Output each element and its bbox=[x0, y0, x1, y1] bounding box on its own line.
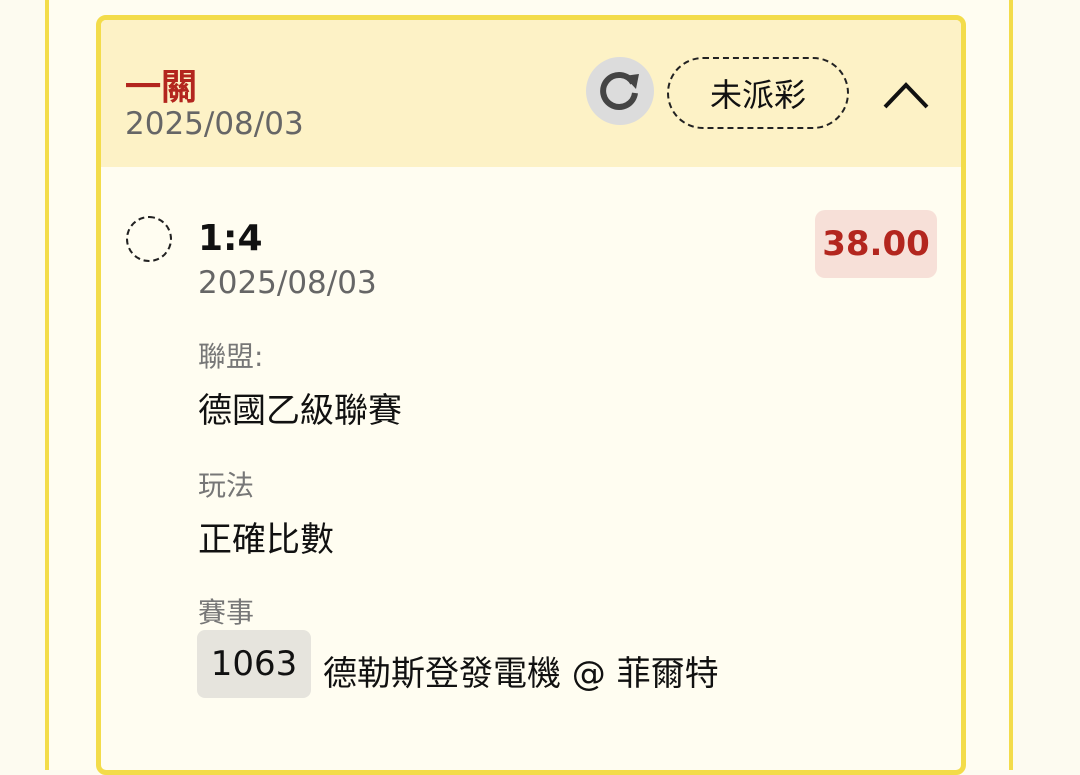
refresh-icon bbox=[600, 71, 639, 110]
collapse-button[interactable] bbox=[871, 65, 941, 125]
league-label: 聯盟: bbox=[198, 340, 264, 373]
leg-title: 一關 bbox=[125, 67, 198, 108]
selection-date: 2025/08/03 bbox=[198, 265, 377, 301]
odds-badge: 38.00 bbox=[815, 210, 937, 278]
header-date: 2025/08/03 bbox=[125, 106, 304, 142]
refresh-button[interactable] bbox=[586, 57, 654, 125]
card-header: 一關 2025/08/03 未派彩 bbox=[101, 20, 961, 167]
match-code-badge: 1063 bbox=[197, 630, 311, 698]
selection-score: 1:4 bbox=[198, 218, 263, 259]
match-label: 賽事 bbox=[198, 596, 255, 629]
match-name: 德勒斯登發電機 @ 菲爾特 bbox=[323, 654, 719, 694]
bet-type-label: 玩法 bbox=[198, 469, 255, 502]
bet-type-value: 正確比數 bbox=[198, 520, 334, 560]
selection-radio[interactable] bbox=[126, 216, 172, 262]
status-badge: 未派彩 bbox=[667, 57, 849, 129]
league-value: 德國乙級聯賽 bbox=[198, 391, 402, 431]
chevron-up-icon bbox=[883, 82, 929, 109]
bet-leg-card: 一關 2025/08/03 未派彩 1:4 2025/08/03 38.00 聯… bbox=[96, 15, 966, 775]
